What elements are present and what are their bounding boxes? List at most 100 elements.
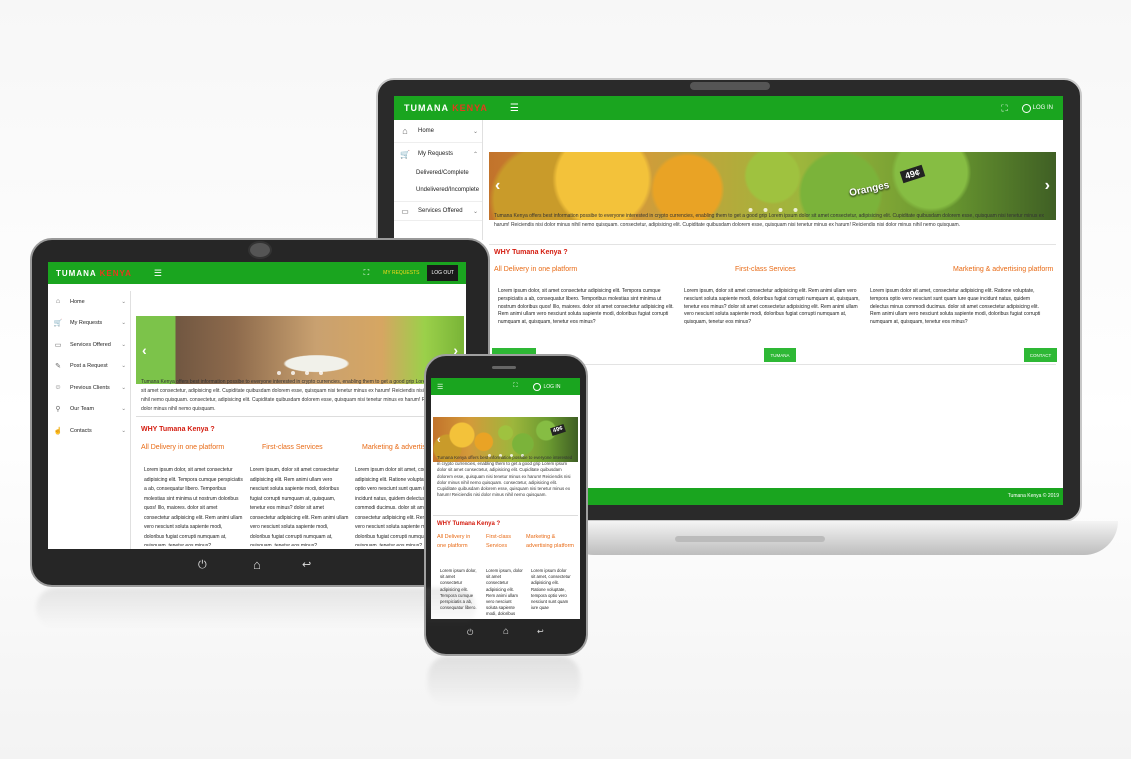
laptop-hinge-slot bbox=[675, 536, 825, 542]
sidebar-item-post-a-request[interactable]: ✎ Post a Request ⌄ bbox=[48, 356, 130, 378]
sidebar-item-my-requests[interactable]: 🛒 My Requests ⌄ bbox=[48, 313, 130, 335]
tumana-button[interactable]: TUMANA bbox=[764, 348, 796, 362]
tablet-screen: TUMANA KENYA ☰ ⛶ MY REQUESTS LOG OUT ⌂ Ho… bbox=[48, 262, 466, 549]
price-tag: 49¢ bbox=[899, 164, 926, 184]
login-button[interactable]: LOG IN bbox=[1021, 103, 1053, 113]
home-icon: ⌂ bbox=[55, 298, 61, 306]
feature-title: All Delivery in one platform bbox=[437, 534, 471, 549]
slider-next-button[interactable]: › bbox=[1045, 177, 1050, 195]
feature-text: Lorem ipsum, dolor sit amet consectetur … bbox=[250, 467, 349, 546]
why-heading: WHY Tumana Kenya ? bbox=[437, 521, 501, 527]
power-icon[interactable]: ⏻ bbox=[467, 628, 473, 638]
logout-button[interactable]: LOG OUT bbox=[427, 265, 458, 281]
footer-copyright: Tumana Kenya © 2019 bbox=[1007, 493, 1059, 499]
briefcase-icon: ▭ bbox=[401, 206, 409, 216]
sidebar-item-label: Home bbox=[70, 298, 85, 305]
sidebar-item-our-team[interactable]: ⚲ Our Team ⌄ bbox=[48, 399, 130, 421]
home-icon[interactable]: ⌂ bbox=[253, 557, 261, 572]
sidebar-item-previous-clients[interactable]: ☺ Previous Clients ⌄ bbox=[48, 377, 130, 399]
fullscreen-icon[interactable]: ⛶ bbox=[1001, 103, 1007, 114]
menu-icon[interactable]: ☰ bbox=[437, 383, 443, 391]
menu-icon[interactable]: ☰ bbox=[154, 268, 162, 279]
chevron-down-icon: ⌄ bbox=[121, 363, 126, 370]
divider bbox=[489, 244, 1056, 245]
tablet-topbar: TUMANA KENYA ☰ ⛶ MY REQUESTS LOG OUT bbox=[48, 262, 466, 284]
sidebar-item-label: My Requests bbox=[70, 320, 103, 327]
chevron-down-icon: ⌄ bbox=[121, 341, 126, 348]
phone-screen: ☰ ⛶ LOG IN ‹ 49¢ Tumana Kenya offers bes… bbox=[431, 378, 580, 619]
edit-icon: ✎ bbox=[55, 363, 61, 371]
slider-dot[interactable] bbox=[305, 371, 309, 375]
sidebar-item-contacts[interactable]: ☝ Contacts ⌄ bbox=[48, 420, 130, 442]
divider bbox=[136, 416, 466, 417]
sidebar-item-my-requests[interactable]: 🛒 My Requests ⌃ bbox=[394, 143, 482, 165]
chevron-up-icon: ⌃ bbox=[472, 151, 478, 158]
feature-title: First-class Services bbox=[262, 444, 323, 451]
home-icon: ⌂ bbox=[402, 126, 408, 136]
slider-prev-button[interactable]: ‹ bbox=[437, 434, 441, 446]
intro-text: Tumana Kenya offers best information pos… bbox=[494, 213, 1045, 228]
contact-button[interactable]: CONTACT bbox=[1024, 348, 1057, 362]
slider-prev-button[interactable]: ‹ bbox=[142, 342, 147, 358]
tablet-sidebar: ⌂ Home ⌄ 🛒 My Requests ⌄ ▭ Services Offered ⌄ ✎ Po… bbox=[48, 291, 131, 549]
hero-slider: ‹ › bbox=[136, 316, 464, 384]
sidebar-item-home[interactable]: ⌂ Home ⌄ bbox=[48, 291, 130, 313]
feature-title: First-class Services bbox=[486, 534, 512, 549]
home-icon[interactable]: ⌂ bbox=[503, 626, 509, 637]
my-requests-link[interactable]: MY REQUESTS bbox=[383, 270, 419, 276]
sidebar-item-home[interactable]: ⌂ Home ⌄ bbox=[394, 120, 482, 143]
back-icon[interactable]: ↩ bbox=[537, 627, 544, 636]
slider-dot[interactable] bbox=[319, 371, 323, 375]
feature-title: Marketing & advertising platform bbox=[526, 534, 574, 549]
user-icon bbox=[533, 382, 542, 391]
fullscreen-icon[interactable]: ⛶ bbox=[364, 268, 370, 278]
slider-dots bbox=[277, 371, 323, 375]
menu-icon[interactable]: ☰ bbox=[510, 103, 519, 114]
pointer-icon: ☝ bbox=[53, 427, 63, 435]
slider-dot[interactable] bbox=[291, 371, 295, 375]
price-tag: 49¢ bbox=[550, 424, 566, 436]
brand-logo[interactable]: TUMANA KENYA bbox=[404, 103, 488, 113]
sidebar-subitem-undelivered[interactable]: Undelivered/Incomplete bbox=[394, 183, 482, 202]
chevron-down-icon: ⌄ bbox=[121, 320, 126, 327]
sidebar-item-services[interactable]: ▭ Services Offered ⌄ bbox=[394, 202, 482, 221]
chevron-down-icon: ⌄ bbox=[121, 384, 126, 391]
phone-topbar: ☰ ⛶ LOG IN bbox=[431, 378, 580, 395]
phone-speaker bbox=[492, 366, 516, 369]
feature-title: Marketing & advertising platform bbox=[953, 266, 1054, 273]
cart-icon: 🛒 bbox=[400, 149, 410, 159]
sidebar-item-label: Previous Clients bbox=[70, 384, 110, 391]
sidebar-item-label: Contacts bbox=[70, 427, 92, 434]
login-button[interactable]: LOG IN bbox=[533, 382, 560, 391]
cart-icon: 🛒 bbox=[53, 320, 63, 328]
laptop-webcam bbox=[690, 82, 770, 90]
intro-text: Tumana Kenya offers best information pos… bbox=[141, 379, 458, 412]
user-icon bbox=[1021, 103, 1031, 113]
sidebar-subitem-delivered[interactable]: Delivered/Complete bbox=[394, 165, 482, 183]
back-icon[interactable]: ↩ bbox=[302, 558, 311, 571]
briefcase-icon: ▭ bbox=[54, 341, 62, 349]
sidebar-item-services-offered[interactable]: ▭ Services Offered ⌄ bbox=[48, 334, 130, 356]
laptop-sidebar: ⌂ Home ⌄ 🛒 My Requests ⌃ Delivered/Complet… bbox=[394, 120, 483, 240]
slider-dot[interactable] bbox=[277, 371, 281, 375]
chevron-down-icon: ⌄ bbox=[472, 208, 478, 215]
divider bbox=[433, 515, 578, 516]
power-icon[interactable]: ⏻ bbox=[198, 559, 207, 572]
feature-text: Lorem ipsum dolor sit amet, consectetur … bbox=[531, 568, 571, 611]
slider-prev-button[interactable]: ‹ bbox=[495, 177, 500, 195]
feature-text: Lorem ipsum dolor sit amet, consectetur … bbox=[870, 288, 1041, 326]
chevron-down-icon: ⌄ bbox=[121, 298, 126, 305]
intro-text: Tumana Kenya offers best information pos… bbox=[437, 455, 573, 498]
brand-logo[interactable]: TUMANA KENYA bbox=[56, 269, 132, 278]
tablet-camera bbox=[248, 241, 272, 259]
sidebar-item-label: Our Team bbox=[70, 406, 95, 413]
fullscreen-icon[interactable]: ⛶ bbox=[513, 383, 517, 390]
sidebar-item-label: Services Offered bbox=[70, 341, 111, 348]
laptop-topbar: TUMANA KENYA ☰ ⛶ LOG IN bbox=[394, 96, 1063, 120]
sidebar-item-label: Post a Request bbox=[70, 363, 108, 370]
feature-text: Lorem ipsum dolor, sit amet consectetur … bbox=[498, 288, 674, 326]
why-heading: WHY Tumana Kenya ? bbox=[494, 249, 568, 256]
feature-title: First-class Services bbox=[735, 266, 796, 273]
feature-title: All Delivery in one platform bbox=[494, 266, 578, 273]
tablet-reflection bbox=[36, 588, 476, 628]
